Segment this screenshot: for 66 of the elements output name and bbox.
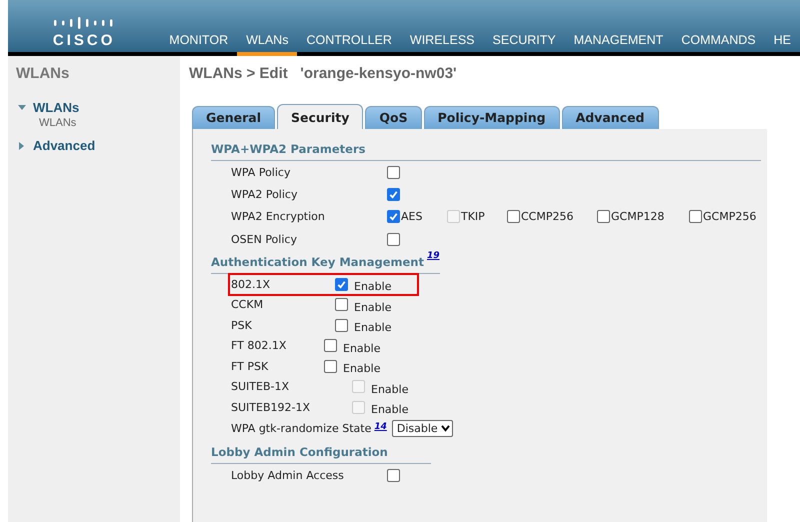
field-label: SUITEB192-1X xyxy=(231,400,311,414)
option-label: Enable xyxy=(354,280,392,294)
checkbox[interactable] xyxy=(387,166,400,179)
sidebar-title: WLANs xyxy=(16,65,70,82)
option-label: Enable xyxy=(343,342,380,355)
field-label: SUITEB-1X xyxy=(231,380,290,394)
option-label: TKIP xyxy=(461,210,485,224)
sidebar-item[interactable]: Advanced xyxy=(33,138,96,153)
checkbox[interactable] xyxy=(335,298,348,312)
menu-tab[interactable]: MANAGEMENT xyxy=(564,33,672,56)
tab[interactable]: General xyxy=(192,106,275,129)
logo-icon xyxy=(53,16,116,30)
option-label: Enable xyxy=(354,300,392,314)
checkbox[interactable] xyxy=(387,210,400,224)
footnote-link[interactable]: 14 xyxy=(374,422,387,432)
option-label: AES xyxy=(401,210,422,224)
menu-tab[interactable]: COMMANDS xyxy=(672,33,765,56)
tab[interactable]: Advanced xyxy=(562,106,659,129)
option-label: Enable xyxy=(371,382,408,396)
checkbox[interactable] xyxy=(597,210,610,224)
option-label: GCMP128 xyxy=(611,210,664,224)
field-label: FT 802.1X xyxy=(231,339,288,352)
option-label: Enable xyxy=(343,362,380,376)
checkbox[interactable] xyxy=(387,232,400,246)
option-label: CCMP256 xyxy=(521,210,574,224)
menu-tab[interactable]: CONTROLLER xyxy=(297,33,401,56)
option-label: GCMP256 xyxy=(703,210,756,224)
tab[interactable]: Security xyxy=(277,104,364,129)
field-label: WPA2 Policy xyxy=(231,188,298,201)
menu-tab[interactable]: HE xyxy=(764,33,800,56)
checkbox[interactable] xyxy=(387,188,400,201)
checkbox[interactable] xyxy=(387,468,400,482)
option-label: Enable xyxy=(371,403,408,416)
menu-tab[interactable]: WIRELESS xyxy=(400,33,484,56)
footnote-link[interactable]: 19 xyxy=(426,251,440,262)
checkbox[interactable] xyxy=(335,278,348,291)
checkbox[interactable] xyxy=(335,318,348,332)
section-title: Lobby Admin Configuration xyxy=(211,444,388,459)
checkbox[interactable] xyxy=(324,339,337,352)
checkbox[interactable] xyxy=(324,360,337,373)
field-label: OSEN Policy xyxy=(231,232,298,246)
field-label: FT PSK xyxy=(231,360,270,373)
field-label: PSK xyxy=(231,318,253,332)
menu-tab[interactable]: SECURITY xyxy=(484,33,565,56)
section-title: Authentication Key Management xyxy=(211,255,424,270)
tab[interactable]: QoS xyxy=(365,106,422,129)
chevron-icon xyxy=(440,425,450,432)
section-title: WPA+WPA2 Parameters xyxy=(211,142,366,156)
collapse-icon[interactable] xyxy=(18,104,26,112)
field-label: WPA2 Encryption xyxy=(231,210,326,224)
field-label: WPA gtk-randomize State xyxy=(231,422,372,436)
logo-text: CISCO xyxy=(52,32,116,49)
field-label: Lobby Admin Access xyxy=(231,468,345,482)
field-label: WPA Policy xyxy=(231,166,292,179)
tab[interactable]: Policy-Mapping xyxy=(424,106,560,129)
field-label: 802.1X xyxy=(231,278,272,291)
menu-tab[interactable]: MONITOR xyxy=(160,33,238,56)
checkbox[interactable] xyxy=(507,210,520,224)
field-label: CCKM xyxy=(231,298,264,312)
sidebar-item[interactable]: WLANs xyxy=(33,100,80,115)
expand-icon[interactable] xyxy=(18,142,26,150)
page-title: WLANs > Edit 'orange-kensyo-nw03' xyxy=(189,65,458,82)
dropdown[interactable]: Disable xyxy=(392,420,453,438)
checkbox[interactable] xyxy=(689,210,702,224)
option-label: Enable xyxy=(354,321,392,334)
sidebar-subitem[interactable]: WLANs xyxy=(39,117,172,129)
